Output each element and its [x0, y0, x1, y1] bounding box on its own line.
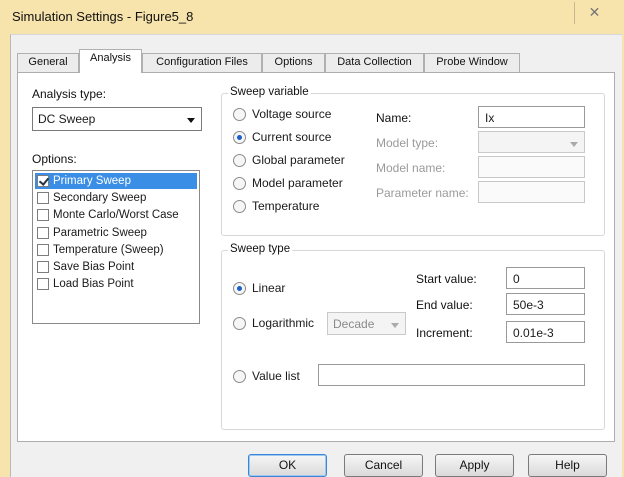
- radio-value-list[interactable]: Value list: [233, 369, 313, 385]
- option-label: Secondary Sweep: [53, 192, 147, 204]
- value-list-input[interactable]: [318, 364, 585, 386]
- radio-label: Temperature: [252, 199, 320, 213]
- radio-label: Linear: [252, 281, 286, 295]
- radio-icon[interactable]: [233, 282, 246, 295]
- checkbox-icon[interactable]: [37, 278, 49, 290]
- option-label: Parametric Sweep: [53, 227, 147, 239]
- parameter-name-label: Parameter name:: [376, 186, 469, 200]
- ok-button[interactable]: OK: [248, 454, 327, 477]
- log-scale-value: Decade: [333, 317, 375, 331]
- chevron-down-icon: [570, 142, 578, 147]
- option-label: Temperature (Sweep): [53, 244, 164, 256]
- analysis-type-value: DC Sweep: [38, 112, 96, 126]
- radio-temperature[interactable]: Temperature: [233, 199, 373, 215]
- parameter-name-input[interactable]: [478, 181, 585, 203]
- start-value-input[interactable]: 0: [506, 267, 585, 289]
- analysis-type-select[interactable]: DC Sweep: [32, 107, 202, 131]
- option-monte-carlo[interactable]: Monte Carlo/Worst Case: [35, 207, 197, 223]
- name-input[interactable]: Ix: [478, 106, 585, 128]
- radio-global-parameter[interactable]: Global parameter: [233, 153, 373, 169]
- increment-input[interactable]: 0.01e-3: [506, 321, 585, 343]
- simulation-settings-dialog: Simulation Settings - Figure5_8 ✕ Genera…: [0, 0, 624, 477]
- checkbox-icon[interactable]: [37, 175, 49, 187]
- radio-icon[interactable]: [233, 200, 246, 213]
- checkbox-icon[interactable]: [37, 227, 49, 239]
- radio-icon[interactable]: [233, 154, 246, 167]
- option-load-bias-point[interactable]: Load Bias Point: [35, 276, 197, 292]
- radio-icon[interactable]: [233, 108, 246, 121]
- help-button[interactable]: Help: [528, 454, 607, 477]
- checkbox-icon[interactable]: [37, 261, 49, 273]
- radio-label: Logarithmic: [252, 316, 315, 330]
- option-save-bias-point[interactable]: Save Bias Point: [35, 259, 197, 275]
- sweep-variable-title: Sweep variable: [228, 86, 311, 98]
- radio-icon[interactable]: [233, 177, 246, 190]
- option-label: Load Bias Point: [53, 278, 134, 290]
- title-bar: Simulation Settings - Figure5_8 ✕: [0, 0, 624, 34]
- tab-general[interactable]: General: [17, 53, 79, 72]
- radio-linear[interactable]: Linear: [233, 281, 333, 297]
- close-button[interactable]: ✕: [574, 2, 614, 24]
- checkbox-icon[interactable]: [37, 244, 49, 256]
- radio-label: Global parameter: [252, 153, 345, 167]
- log-scale-select[interactable]: Decade: [327, 312, 406, 335]
- cancel-button[interactable]: Cancel: [344, 454, 423, 477]
- tab-probe-window[interactable]: Probe Window: [424, 53, 520, 72]
- chevron-down-icon: [391, 323, 399, 328]
- option-label: Primary Sweep: [53, 175, 131, 187]
- increment-value: 0.01e-3: [513, 326, 554, 340]
- radio-icon[interactable]: [233, 131, 246, 144]
- radio-icon[interactable]: [233, 370, 246, 383]
- radio-icon[interactable]: [233, 317, 246, 330]
- option-primary-sweep[interactable]: Primary Sweep: [35, 173, 197, 189]
- sweep-type-title: Sweep type: [228, 243, 293, 255]
- radio-label: Current source: [252, 130, 332, 144]
- radio-label: Value list: [252, 369, 300, 383]
- close-icon: ✕: [588, 4, 601, 20]
- end-value-input[interactable]: 50e-3: [506, 293, 585, 315]
- tab-data-collection[interactable]: Data Collection: [325, 53, 424, 72]
- analysis-panel: Analysis type: DC Sweep Options: Primary…: [17, 72, 615, 442]
- model-type-select[interactable]: [478, 131, 585, 153]
- end-value: 50e-3: [513, 298, 544, 312]
- chevron-down-icon: [187, 118, 195, 123]
- start-value-label: Start value:: [416, 272, 477, 286]
- analysis-type-label: Analysis type:: [32, 87, 107, 101]
- model-name-label: Model name:: [376, 161, 446, 175]
- name-label: Name:: [376, 111, 412, 125]
- dialog-body: General Analysis Configuration Files Opt…: [10, 34, 622, 477]
- model-type-label: Model type:: [376, 136, 439, 150]
- checkbox-icon[interactable]: [37, 192, 49, 204]
- increment-label: Increment:: [416, 326, 473, 340]
- radio-current-source[interactable]: Current source: [233, 130, 373, 146]
- end-value-label: End value:: [416, 298, 473, 312]
- model-name-input[interactable]: [478, 156, 585, 178]
- tab-analysis[interactable]: Analysis: [79, 49, 142, 73]
- name-value: Ix: [485, 111, 495, 125]
- radio-label: Model parameter: [252, 176, 343, 190]
- option-temperature-sweep[interactable]: Temperature (Sweep): [35, 242, 197, 258]
- option-label: Monte Carlo/Worst Case: [53, 209, 179, 221]
- option-label: Save Bias Point: [53, 261, 135, 273]
- radio-logarithmic[interactable]: Logarithmic: [233, 316, 333, 332]
- tab-configuration-files[interactable]: Configuration Files: [142, 53, 262, 72]
- tab-options[interactable]: Options: [262, 53, 325, 72]
- radio-label: Voltage source: [252, 107, 332, 121]
- radio-voltage-source[interactable]: Voltage source: [233, 107, 373, 123]
- option-secondary-sweep[interactable]: Secondary Sweep: [35, 190, 197, 206]
- options-label: Options:: [32, 152, 77, 166]
- start-value: 0: [513, 272, 520, 286]
- checkbox-icon[interactable]: [37, 209, 49, 221]
- apply-button[interactable]: Apply: [435, 454, 514, 477]
- window-title: Simulation Settings - Figure5_8: [12, 9, 194, 24]
- options-list: Primary Sweep Secondary Sweep Monte Carl…: [32, 170, 200, 324]
- option-parametric-sweep[interactable]: Parametric Sweep: [35, 225, 197, 241]
- radio-model-parameter[interactable]: Model parameter: [233, 176, 373, 192]
